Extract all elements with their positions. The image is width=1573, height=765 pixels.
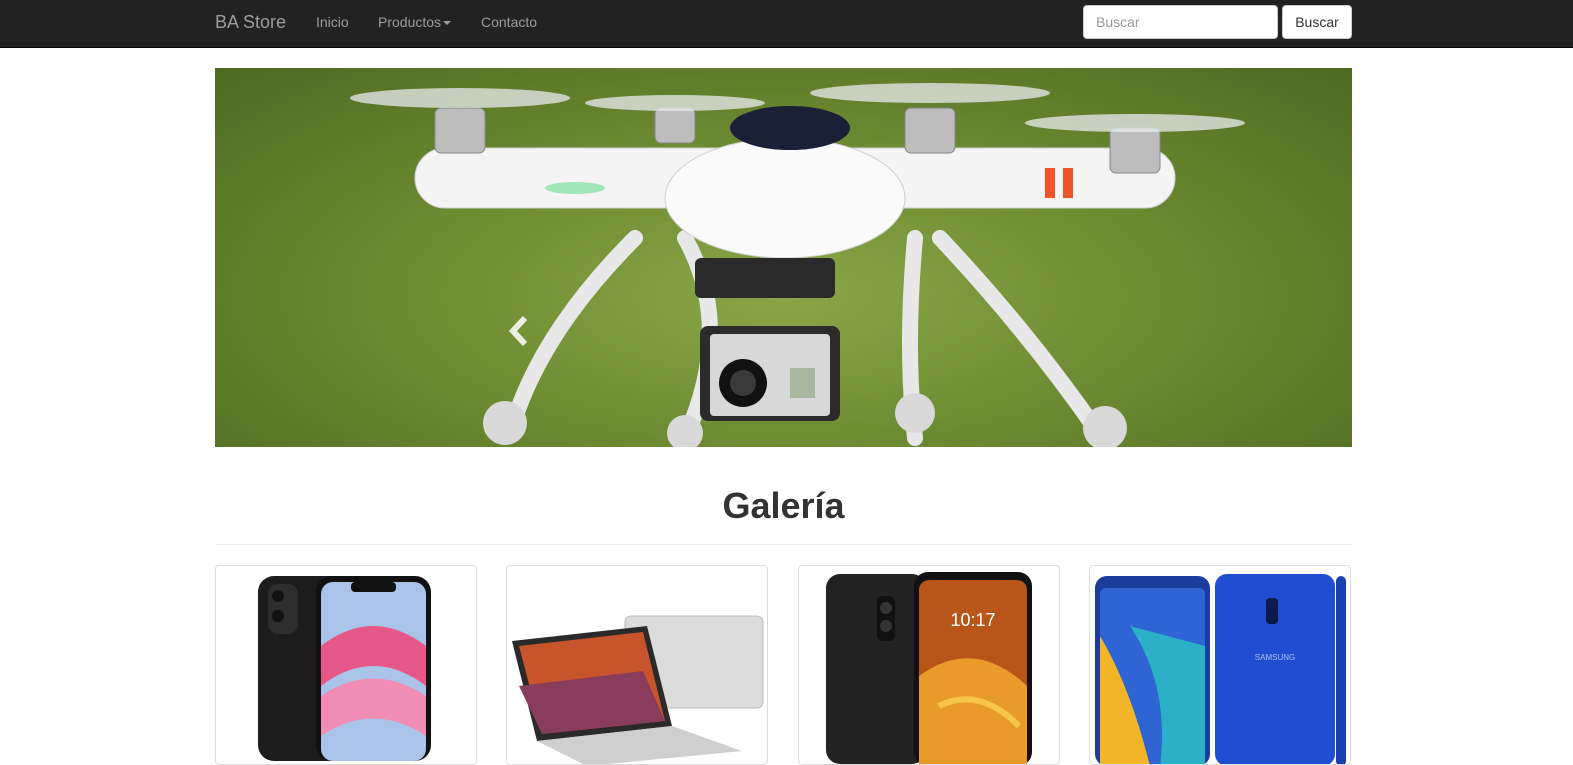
phone-screen-time: 10:17 <box>950 610 995 630</box>
gallery-item-samsung[interactable]: SAMSUNG <box>1089 565 1351 765</box>
chevron-left-icon[interactable] <box>503 310 533 352</box>
gallery-item-laptop[interactable] <box>506 565 768 765</box>
divider <box>215 544 1352 545</box>
gallery-item-pocophone[interactable]: 10:17 <box>798 565 1060 765</box>
search-button[interactable]: Buscar <box>1282 5 1352 39</box>
drone-photo <box>350 83 1245 447</box>
asus-laptop-photo <box>512 615 764 764</box>
caret-down-icon <box>443 21 452 26</box>
hero-carousel <box>215 68 1352 447</box>
samsung-logo-text: SAMSUNG <box>1255 653 1295 662</box>
nav-item-productos-label: Productos <box>378 14 442 30</box>
samsung-galaxy-photo: SAMSUNG <box>1095 574 1346 764</box>
gallery-item-iphone[interactable] <box>215 565 477 765</box>
search-input[interactable] <box>1083 5 1278 39</box>
top-navbar: BA Store Inicio Productos Contacto Busca… <box>0 0 1573 48</box>
nav-item-inicio[interactable]: Inicio <box>316 14 349 30</box>
brand-link[interactable]: BA Store <box>215 11 286 33</box>
iphone-11-photo <box>258 576 431 761</box>
nav-item-productos[interactable]: Productos <box>378 14 452 30</box>
gallery-title: Galería <box>722 485 845 526</box>
nav-item-contacto[interactable]: Contacto <box>481 14 537 30</box>
pocophone-photo: 10:17 <box>826 572 1032 764</box>
